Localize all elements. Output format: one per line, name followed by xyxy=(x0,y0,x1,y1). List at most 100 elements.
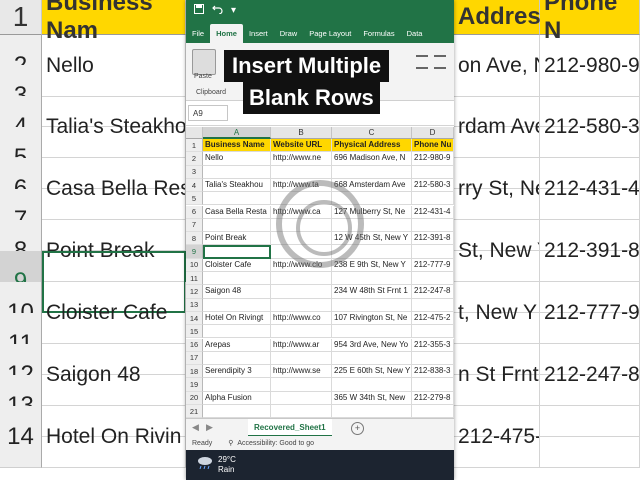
grid-cell[interactable] xyxy=(412,378,454,392)
align-center-icon[interactable] xyxy=(434,55,446,69)
grid-cell[interactable] xyxy=(203,218,271,233)
header-cell[interactable]: Phone Nu xyxy=(412,139,454,153)
grid-cell[interactable] xyxy=(271,285,332,299)
grid-cell[interactable]: Cloister Cafe xyxy=(203,258,271,272)
grid-cell[interactable]: 107 Rivington St, Ne xyxy=(332,311,412,326)
grid-cell[interactable]: 212-431-4 xyxy=(412,205,454,219)
grid-cell[interactable] xyxy=(203,272,271,286)
grid-cell[interactable]: 212-838-3 xyxy=(412,365,454,379)
column-header[interactable]: B xyxy=(271,127,332,139)
grid-cell[interactable]: 212-777-9 xyxy=(412,258,454,272)
grid-cell[interactable] xyxy=(412,192,454,206)
header-cell[interactable]: Physical Address xyxy=(332,139,412,153)
tab-page-layout[interactable]: Page Layout xyxy=(303,24,357,43)
grid-cell[interactable]: http://www.ne xyxy=(271,152,332,166)
tab-formulas[interactable]: Formulas xyxy=(357,24,400,43)
grid-cell[interactable] xyxy=(412,298,454,312)
grid-cell[interactable]: Casa Bella Resta xyxy=(203,205,271,219)
grid-cell[interactable]: Arepas xyxy=(203,338,271,352)
row-number[interactable]: 21 xyxy=(186,405,203,418)
row-number[interactable]: 10 xyxy=(186,258,203,272)
grid-cell[interactable]: 212-355-3 xyxy=(412,338,454,352)
grid-cell[interactable] xyxy=(412,245,454,259)
grid-cell[interactable] xyxy=(203,192,271,206)
add-sheet-icon[interactable]: + xyxy=(351,422,364,435)
row-number[interactable]: 11 xyxy=(186,272,203,286)
grid-cell[interactable]: Serendipity 3 xyxy=(203,365,271,379)
name-box[interactable]: A9 xyxy=(188,105,228,121)
row-number[interactable]: 2 xyxy=(186,152,203,166)
grid-cell[interactable] xyxy=(271,325,332,339)
grid-cell[interactable] xyxy=(412,218,454,233)
grid-cell[interactable] xyxy=(332,298,412,312)
select-all-corner[interactable] xyxy=(186,127,203,139)
accessibility-icon[interactable]: ⚲ xyxy=(228,439,233,447)
header-cell[interactable]: Website URL xyxy=(271,139,332,153)
grid-cell[interactable]: Point Break xyxy=(203,232,271,246)
grid-cell[interactable]: 212-475-2 xyxy=(412,311,454,326)
grid-cell[interactable] xyxy=(271,351,332,366)
weather-condition[interactable]: Rain xyxy=(218,465,234,474)
grid-cell[interactable]: 225 E 60th St, New Y xyxy=(332,365,412,379)
tab-insert[interactable]: Insert xyxy=(243,24,274,43)
grid-cell[interactable] xyxy=(271,298,332,312)
row-number[interactable]: 8 xyxy=(186,232,203,246)
header-cell[interactable]: Business Name xyxy=(203,139,271,153)
grid-cell[interactable] xyxy=(203,378,271,392)
paste-icon[interactable] xyxy=(192,49,216,75)
grid-cell[interactable] xyxy=(271,405,332,418)
row-number[interactable]: 17 xyxy=(186,351,203,366)
grid-cell[interactable] xyxy=(412,351,454,366)
grid-cell[interactable] xyxy=(203,298,271,312)
grid-cell[interactable] xyxy=(271,272,332,286)
grid-cell[interactable]: Talia's Steakhou xyxy=(203,178,271,193)
row-number[interactable]: 16 xyxy=(186,338,203,352)
tab-data[interactable]: Data xyxy=(401,24,429,43)
grid-cell[interactable] xyxy=(412,165,454,179)
prev-sheet-icon[interactable]: ◀ xyxy=(192,422,199,433)
column-header[interactable]: C xyxy=(332,127,412,139)
row-number[interactable]: 15 xyxy=(186,325,203,339)
grid-cell[interactable]: 212-391-8 xyxy=(412,232,454,246)
grid-cell[interactable]: 234 W 48th St Frnt 1 xyxy=(332,285,412,299)
grid-cell[interactable] xyxy=(412,405,454,418)
grid-cell[interactable]: 212-580-3 xyxy=(412,178,454,193)
undo-icon[interactable] xyxy=(212,4,223,17)
grid-cell[interactable] xyxy=(332,272,412,286)
row-number[interactable]: 13 xyxy=(186,298,203,312)
grid-cell[interactable] xyxy=(271,378,332,392)
grid-cell[interactable]: 696 Madison Ave, N xyxy=(332,152,412,166)
grid-cell[interactable] xyxy=(203,325,271,339)
grid-cell[interactable] xyxy=(203,405,271,418)
row-number[interactable]: 3 xyxy=(186,165,203,179)
grid-cell[interactable]: http://www.ar xyxy=(271,338,332,352)
sheet-tab-active[interactable]: Recovered_Sheet1 xyxy=(248,419,332,437)
row-number[interactable]: 6 xyxy=(186,205,203,219)
grid-cell[interactable] xyxy=(332,405,412,418)
grid-cell[interactable]: 365 W 34th St, New xyxy=(332,391,412,405)
paste-label[interactable]: Paste xyxy=(194,73,212,80)
row-number[interactable]: 19 xyxy=(186,378,203,392)
grid-cell[interactable]: 954 3rd Ave, New Yo xyxy=(332,338,412,352)
rain-cloud-icon[interactable] xyxy=(196,456,214,470)
weather-temperature[interactable]: 29°C xyxy=(218,455,236,464)
grid-cell[interactable] xyxy=(412,272,454,286)
worksheet-grid[interactable]: A B C D 1 Business Name Website URL Physica… xyxy=(186,127,454,418)
row-number[interactable]: 5 xyxy=(186,192,203,206)
grid-cell[interactable] xyxy=(271,391,332,405)
column-header[interactable]: D xyxy=(412,127,454,139)
row-number[interactable]: 9 xyxy=(186,245,203,259)
grid-cell[interactable]: Hotel On Rivingt xyxy=(203,311,271,326)
grid-cell[interactable]: 212-980-9 xyxy=(412,152,454,166)
save-icon[interactable] xyxy=(194,4,204,17)
grid-cell[interactable] xyxy=(332,165,412,179)
tab-draw[interactable]: Draw xyxy=(274,24,304,43)
row-number[interactable]: 20 xyxy=(186,391,203,405)
active-cell[interactable] xyxy=(203,245,271,259)
grid-cell[interactable] xyxy=(332,378,412,392)
grid-cell[interactable] xyxy=(271,165,332,179)
grid-cell[interactable] xyxy=(203,165,271,179)
tab-file[interactable]: File xyxy=(186,24,210,43)
row-number[interactable]: 4 xyxy=(186,178,203,193)
customize-toolbar-icon[interactable]: ▾ xyxy=(231,5,236,16)
